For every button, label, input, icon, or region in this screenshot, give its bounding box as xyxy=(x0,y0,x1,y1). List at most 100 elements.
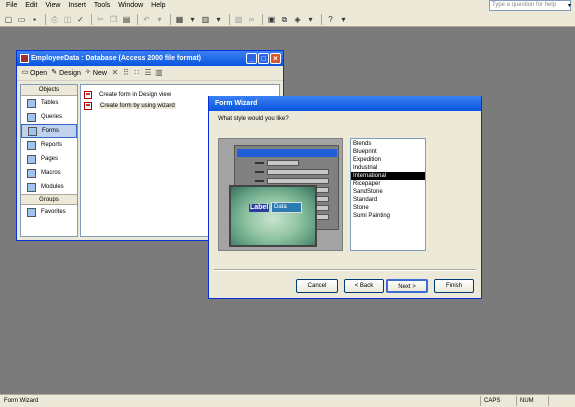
object-reports[interactable]: Reports xyxy=(21,138,77,152)
open-label: Open xyxy=(30,69,48,77)
design-button[interactable]: ✎ Design xyxy=(50,69,81,77)
dropdown-arrow-icon[interactable]: ▾ xyxy=(154,14,165,25)
separator xyxy=(137,13,138,25)
list-view-icon[interactable]: ☰ xyxy=(143,68,153,78)
style-option[interactable]: Industrial xyxy=(351,164,425,172)
delete-icon[interactable]: ✕ xyxy=(110,68,120,78)
menu-tools[interactable]: Tools xyxy=(90,0,114,12)
style-option[interactable]: Blueprint xyxy=(351,148,425,156)
style-option[interactable]: Stone xyxy=(351,204,425,212)
design-icon: ✎ xyxy=(51,69,58,76)
relationships-icon[interactable]: ⧉ xyxy=(279,14,290,25)
code-icon[interactable]: ▧ xyxy=(233,14,244,25)
modules-icon xyxy=(27,182,36,192)
style-preview: Label Data xyxy=(218,138,343,251)
object-tables[interactable]: Tables xyxy=(21,96,77,110)
group-favorites[interactable]: Favorites xyxy=(21,205,77,219)
copy-icon[interactable]: ❐ xyxy=(108,14,119,25)
next-button[interactable]: Next > xyxy=(386,279,428,293)
properties-icon[interactable]: ▣ xyxy=(266,14,277,25)
menu-file[interactable]: File xyxy=(0,0,21,12)
style-option[interactable]: Sumi Painting xyxy=(351,212,425,220)
preview-label xyxy=(255,171,264,173)
object-queries[interactable]: Queries xyxy=(21,110,77,124)
paste-icon[interactable]: ▤ xyxy=(121,14,132,25)
status-pane xyxy=(548,396,572,406)
dropdown-arrow-icon[interactable]: ▾ xyxy=(338,14,349,25)
object-label: Queries xyxy=(41,114,63,120)
preview-label xyxy=(255,180,264,182)
style-option[interactable]: Blends xyxy=(351,140,425,148)
analyze-icon[interactable]: ▥ xyxy=(200,14,211,25)
groups-header[interactable]: Groups xyxy=(21,194,77,205)
menu-edit[interactable]: Edit xyxy=(21,0,41,12)
preview-field xyxy=(267,169,329,175)
object-modules[interactable]: Modules xyxy=(21,180,77,194)
forms-icon xyxy=(28,126,37,136)
dropdown-arrow-icon[interactable]: ▾ xyxy=(568,2,571,11)
save-icon[interactable]: ▪ xyxy=(29,14,40,25)
large-icons-icon[interactable]: ⠿ xyxy=(121,68,131,78)
style-option[interactable]: SandStone xyxy=(351,188,425,196)
style-option[interactable]: Standard xyxy=(351,196,425,204)
close-button[interactable]: × xyxy=(270,53,281,64)
dropdown-arrow-icon[interactable]: ▾ xyxy=(187,14,198,25)
office-links-icon[interactable]: ▦ xyxy=(174,14,185,25)
menu-window[interactable]: Window xyxy=(114,0,147,12)
object-label: Pages xyxy=(41,156,59,162)
help-icon[interactable]: ? xyxy=(325,14,336,25)
maximize-button[interactable]: □ xyxy=(258,53,269,64)
menu-insert[interactable]: Insert xyxy=(64,0,90,12)
menu-help[interactable]: Help xyxy=(147,0,169,12)
print-icon[interactable]: ⎙ xyxy=(49,14,60,25)
preview-title-bar xyxy=(237,149,337,157)
divider xyxy=(214,269,476,271)
finish-button[interactable]: Finish xyxy=(434,279,474,293)
new-button[interactable]: ✧ New xyxy=(84,69,107,77)
object-label: Macros xyxy=(41,170,61,176)
list-item-label: Create form by using wizard xyxy=(99,102,176,109)
reports-icon xyxy=(27,140,36,150)
script-icon[interactable]: ∞ xyxy=(246,14,257,25)
back-button[interactable]: < Back xyxy=(344,279,384,293)
new-object-icon[interactable]: ◈ xyxy=(292,14,303,25)
spelling-icon[interactable]: ✓ xyxy=(75,14,86,25)
database-window-titlebar[interactable]: EmployeeData : Database (Access 2000 fil… xyxy=(17,51,283,66)
help-search-input[interactable]: Type a question for help ▾ xyxy=(489,0,571,11)
objects-header[interactable]: Objects xyxy=(21,85,77,96)
small-icons-icon[interactable]: ∷ xyxy=(132,68,142,78)
design-label: Design xyxy=(59,69,81,77)
details-view-icon[interactable]: ▥ xyxy=(154,68,164,78)
new-icon[interactable]: ▢ xyxy=(3,14,14,25)
form-wizard-dialog: Form Wizard What style would you like? L… xyxy=(208,96,482,299)
dropdown-arrow-icon[interactable]: ▾ xyxy=(305,14,316,25)
print-preview-icon[interactable]: ◫ xyxy=(62,14,73,25)
object-pages[interactable]: Pages xyxy=(21,152,77,166)
undo-icon[interactable]: ↶ xyxy=(141,14,152,25)
object-forms[interactable]: Forms xyxy=(21,124,77,138)
style-option[interactable]: Ricepaper xyxy=(351,180,425,188)
cancel-button[interactable]: Cancel xyxy=(296,279,338,293)
separator xyxy=(45,13,46,25)
preview-globe-image: Label Data xyxy=(229,185,317,247)
preview-data-text: Data xyxy=(271,202,302,213)
minimize-button[interactable]: _ xyxy=(246,53,257,64)
dropdown-arrow-icon[interactable]: ▾ xyxy=(213,14,224,25)
objects-bar: Objects Tables Queries Forms Reports Pag… xyxy=(20,84,78,237)
menu-view[interactable]: View xyxy=(41,0,64,12)
object-macros[interactable]: Macros xyxy=(21,166,77,180)
database-icon xyxy=(20,54,29,63)
object-label: Forms xyxy=(42,128,59,134)
cut-icon[interactable]: ✂ xyxy=(95,14,106,25)
queries-icon xyxy=(27,112,36,122)
database-toolbar: ▭ Open ✎ Design ✧ New ✕ ⠿ ∷ ☰ ▥ xyxy=(17,66,283,81)
style-option[interactable]: Expedition xyxy=(351,156,425,164)
form-wizard-titlebar[interactable]: Form Wizard xyxy=(209,96,481,111)
open-button[interactable]: ▭ Open xyxy=(21,69,47,77)
style-option-selected[interactable]: International xyxy=(351,172,425,180)
standard-toolbar: ▢ ▭ ▪ ⎙ ◫ ✓ ✂ ❐ ▤ ↶ ▾ ▦ ▾ ▥ ▾ ▧ ∞ ▣ ⧉ ◈ … xyxy=(0,12,575,27)
favorites-icon xyxy=(27,207,36,217)
caps-indicator: CAPS xyxy=(480,396,512,406)
open-icon[interactable]: ▭ xyxy=(16,14,27,25)
style-list[interactable]: Blends Blueprint Expedition Industrial I… xyxy=(350,138,426,251)
